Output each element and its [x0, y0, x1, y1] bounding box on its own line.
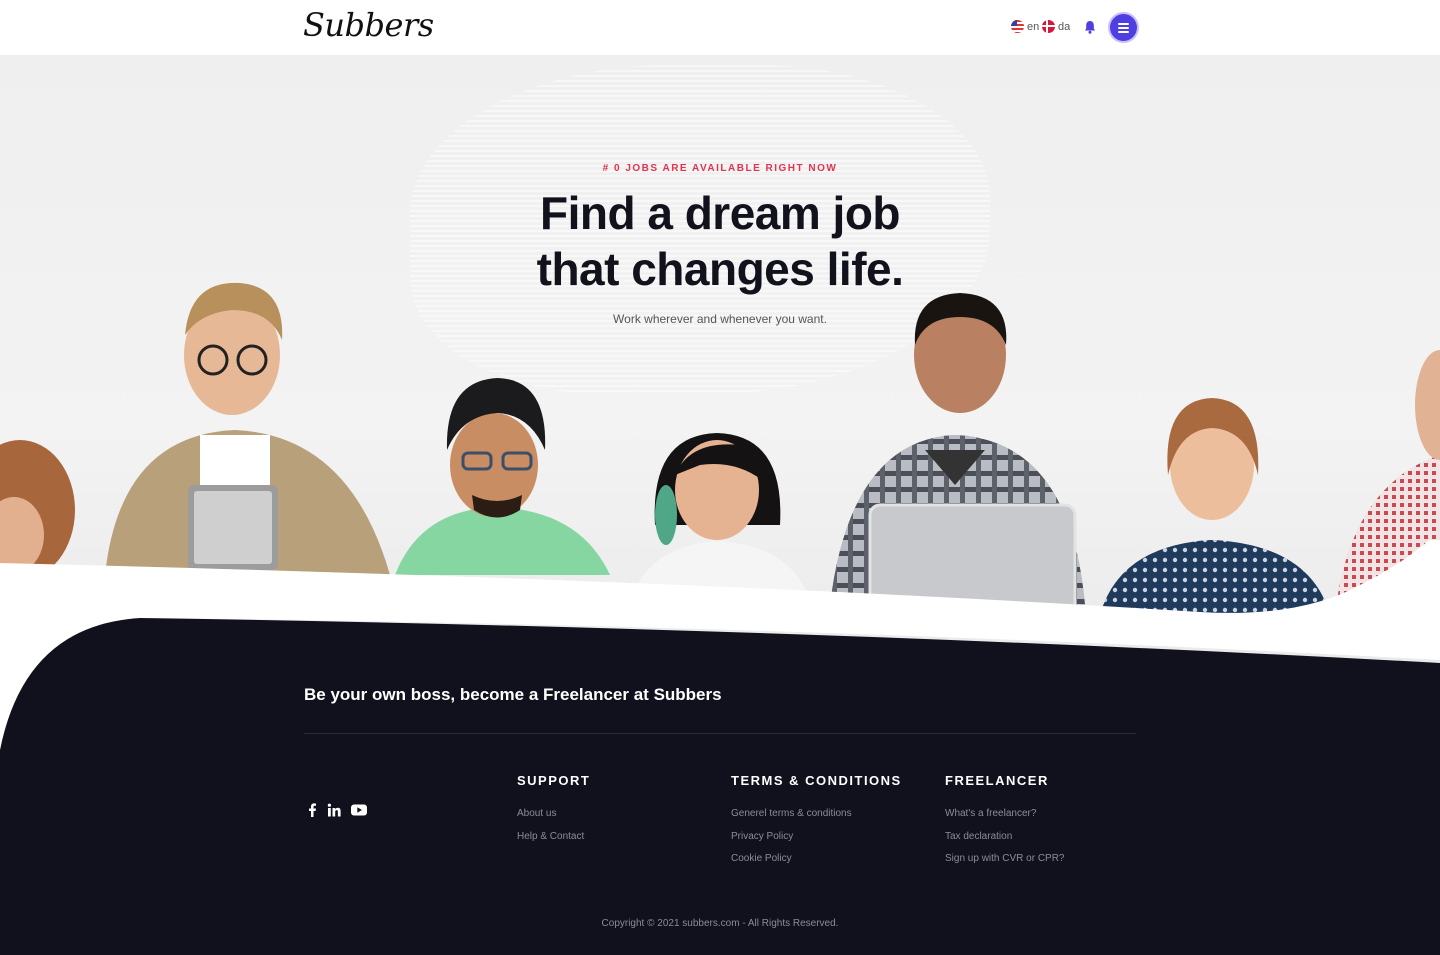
footer-divider: [304, 733, 1136, 734]
menu-line: [1118, 26, 1129, 29]
hamburger-menu-button[interactable]: [1110, 14, 1137, 41]
hero-headline-line-1: Find a dream job: [539, 187, 901, 239]
footer-link-whats-a-freelancer[interactable]: What's a freelancer?: [945, 808, 1065, 821]
jobs-available-counter: # 0 JOBS ARE AVAILABLE RIGHT NOW: [602, 163, 838, 174]
footer-link-tax-declaration[interactable]: Tax declaration: [945, 831, 1065, 844]
menu-line: [1118, 30, 1129, 33]
us-flag-icon: [1011, 20, 1024, 33]
copyright-text: Copyright © 2021 subbers.com - All Right…: [601, 918, 839, 929]
menu-line: [1118, 22, 1129, 25]
footer-link-sign-up-cvr-cpr[interactable]: Sign up with CVR or CPR?: [945, 853, 1065, 866]
social-links: [307, 803, 367, 817]
footer-link-privacy-policy[interactable]: Privacy Policy: [731, 831, 902, 844]
footer-link-about-us[interactable]: About us: [517, 808, 590, 821]
footer-column-title: SUPPORT: [517, 773, 591, 788]
language-en-label: en: [1027, 20, 1040, 33]
hero-headline: Find a dream job that changes life.: [0, 185, 1440, 297]
facebook-icon[interactable]: [307, 803, 317, 817]
youtube-icon[interactable]: [351, 804, 367, 816]
hero-headline-line-2: that changes life.: [536, 243, 904, 295]
footer-link-help-contact[interactable]: Help & Contact: [517, 831, 590, 844]
footer-column-terms: TERMS & CONDITIONS Generel terms & condi…: [731, 773, 902, 876]
footer-link-general-terms[interactable]: Generel terms & conditions: [731, 808, 902, 821]
language-da-label: da: [1058, 20, 1071, 33]
footer-column-title: FREELANCER: [945, 773, 1049, 788]
footer-tagline: Be your own boss, become a Freelancer at…: [304, 685, 722, 704]
language-da[interactable]: da: [1042, 20, 1070, 33]
site-footer: Be your own boss, become a Freelancer at…: [0, 615, 1440, 955]
denmark-flag-icon: [1042, 20, 1055, 33]
subbers-logo[interactable]: Subbers: [303, 6, 434, 44]
language-en[interactable]: en: [1011, 20, 1039, 33]
linkedin-icon[interactable]: [327, 803, 341, 817]
footer-column-freelancer: FREELANCER What's a freelancer? Tax decl…: [945, 773, 1065, 876]
footer-link-cookie-policy[interactable]: Cookie Policy: [731, 853, 902, 866]
footer-column-title: TERMS & CONDITIONS: [731, 773, 902, 788]
top-navbar: Subbers en da: [0, 0, 1440, 55]
hero-subheadline: Work wherever and whenever you want.: [613, 312, 827, 326]
footer-column-support: SUPPORT About us Help & Contact: [517, 773, 590, 853]
notification-bell-icon[interactable]: [1082, 19, 1098, 35]
